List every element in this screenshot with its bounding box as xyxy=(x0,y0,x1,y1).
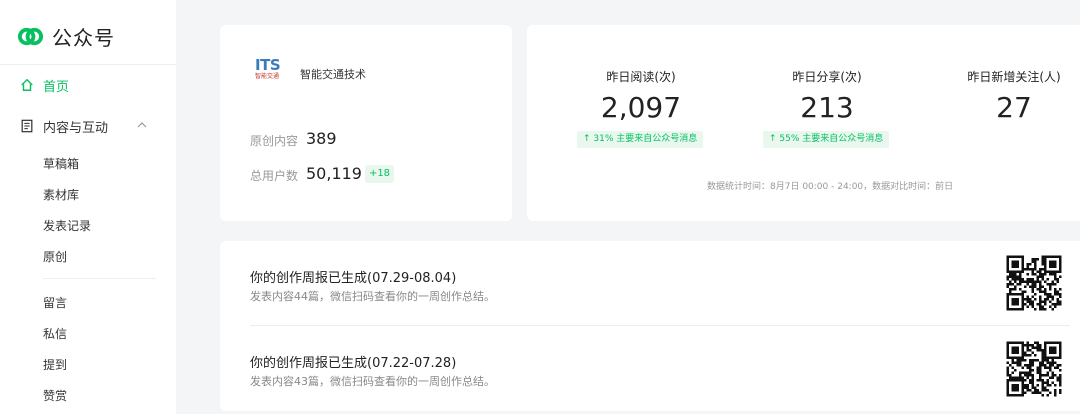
stats-time-note: 数据统计时间：8月7日 00:00 - 24:00，数据对比时间：前日 xyxy=(707,182,954,192)
report-description: 发表内容44篇，微信扫码查看你的一周创作总结。 xyxy=(250,290,495,303)
sidebar-item-home[interactable]: 首页 xyxy=(20,75,69,95)
sidebar-item-rewards[interactable]: 赞赏 xyxy=(43,387,67,404)
stat-change-badge: ↑ 55% 主要来自公众号消息 xyxy=(763,131,890,148)
report-title: 你的创作周报已生成(07.22-07.28) xyxy=(250,356,457,371)
document-icon xyxy=(21,119,33,133)
stat-value: 2,097 xyxy=(600,91,682,124)
yesterday-stats-card: 昨日阅读(次) 2,097 ↑ 31% 主要来自公众号消息 昨日分享(次) 21… xyxy=(527,25,1080,221)
sidebar-item-comments[interactable]: 留言 xyxy=(43,294,67,311)
total-users-label: 总用户数 xyxy=(250,169,299,183)
sidebar-item-messages[interactable]: 私信 xyxy=(43,325,67,342)
stat-change-badge: ↑ 31% 主要来自公众号消息 xyxy=(577,131,704,148)
account-avatar[interactable]: ITS 智能交通 xyxy=(255,57,285,85)
sidebar-group-label: 内容与互动 xyxy=(43,120,109,136)
sidebar-item-original[interactable]: 原创 xyxy=(43,248,67,265)
sidebar: 公众号 首页 内容与互动 草稿箱 素材库 发表记录 原创 留言 私信 提到 赞赏 xyxy=(0,0,176,414)
brand-name: 公众号 xyxy=(52,26,115,50)
sidebar-item-drafts[interactable]: 草稿箱 xyxy=(43,155,79,172)
brand-logo[interactable]: 公众号 xyxy=(17,22,115,51)
stat-label: 昨日阅读(次) xyxy=(606,70,676,84)
qr-code-icon[interactable] xyxy=(1006,341,1062,397)
report-description: 发表内容43篇，微信扫码查看你的一周创作总结。 xyxy=(250,375,495,388)
sidebar-divider xyxy=(0,64,176,65)
account-name: 智能交通技术 xyxy=(300,68,366,81)
original-content-value: 389 xyxy=(306,129,337,148)
stat-value: 27 xyxy=(996,91,1032,124)
account-profile-card: ITS 智能交通 智能交通技术 原创内容 389 总用户数 50,119 +18 xyxy=(220,25,512,221)
sidebar-item-materials[interactable]: 素材库 xyxy=(43,186,79,203)
sidebar-group-content-interaction[interactable]: 内容与互动 xyxy=(20,116,156,136)
sidebar-item-label: 首页 xyxy=(43,79,70,95)
original-content-label: 原创内容 xyxy=(250,134,299,148)
stat-label: 昨日分享(次) xyxy=(792,70,862,84)
report-divider xyxy=(250,325,1070,326)
home-icon xyxy=(21,78,33,91)
report-title: 你的创作周报已生成(07.29-08.04) xyxy=(250,271,457,286)
sidebar-sub-divider xyxy=(43,278,156,279)
weekly-reports-card: 你的创作周报已生成(07.29-08.04) 发表内容44篇，微信扫码查看你的一… xyxy=(220,241,1080,411)
total-users-delta-badge: +18 xyxy=(365,165,394,183)
qr-code-icon[interactable] xyxy=(1006,255,1062,311)
chevron-up-icon[interactable] xyxy=(136,119,148,131)
stat-label: 昨日新增关注(人) xyxy=(967,70,1061,84)
sidebar-item-mentions[interactable]: 提到 xyxy=(43,356,67,373)
sidebar-item-publish-records[interactable]: 发表记录 xyxy=(43,217,91,234)
wechat-official-logo-icon xyxy=(17,27,44,46)
total-users-value: 50,119 xyxy=(306,164,362,183)
stat-value: 213 xyxy=(800,91,854,124)
